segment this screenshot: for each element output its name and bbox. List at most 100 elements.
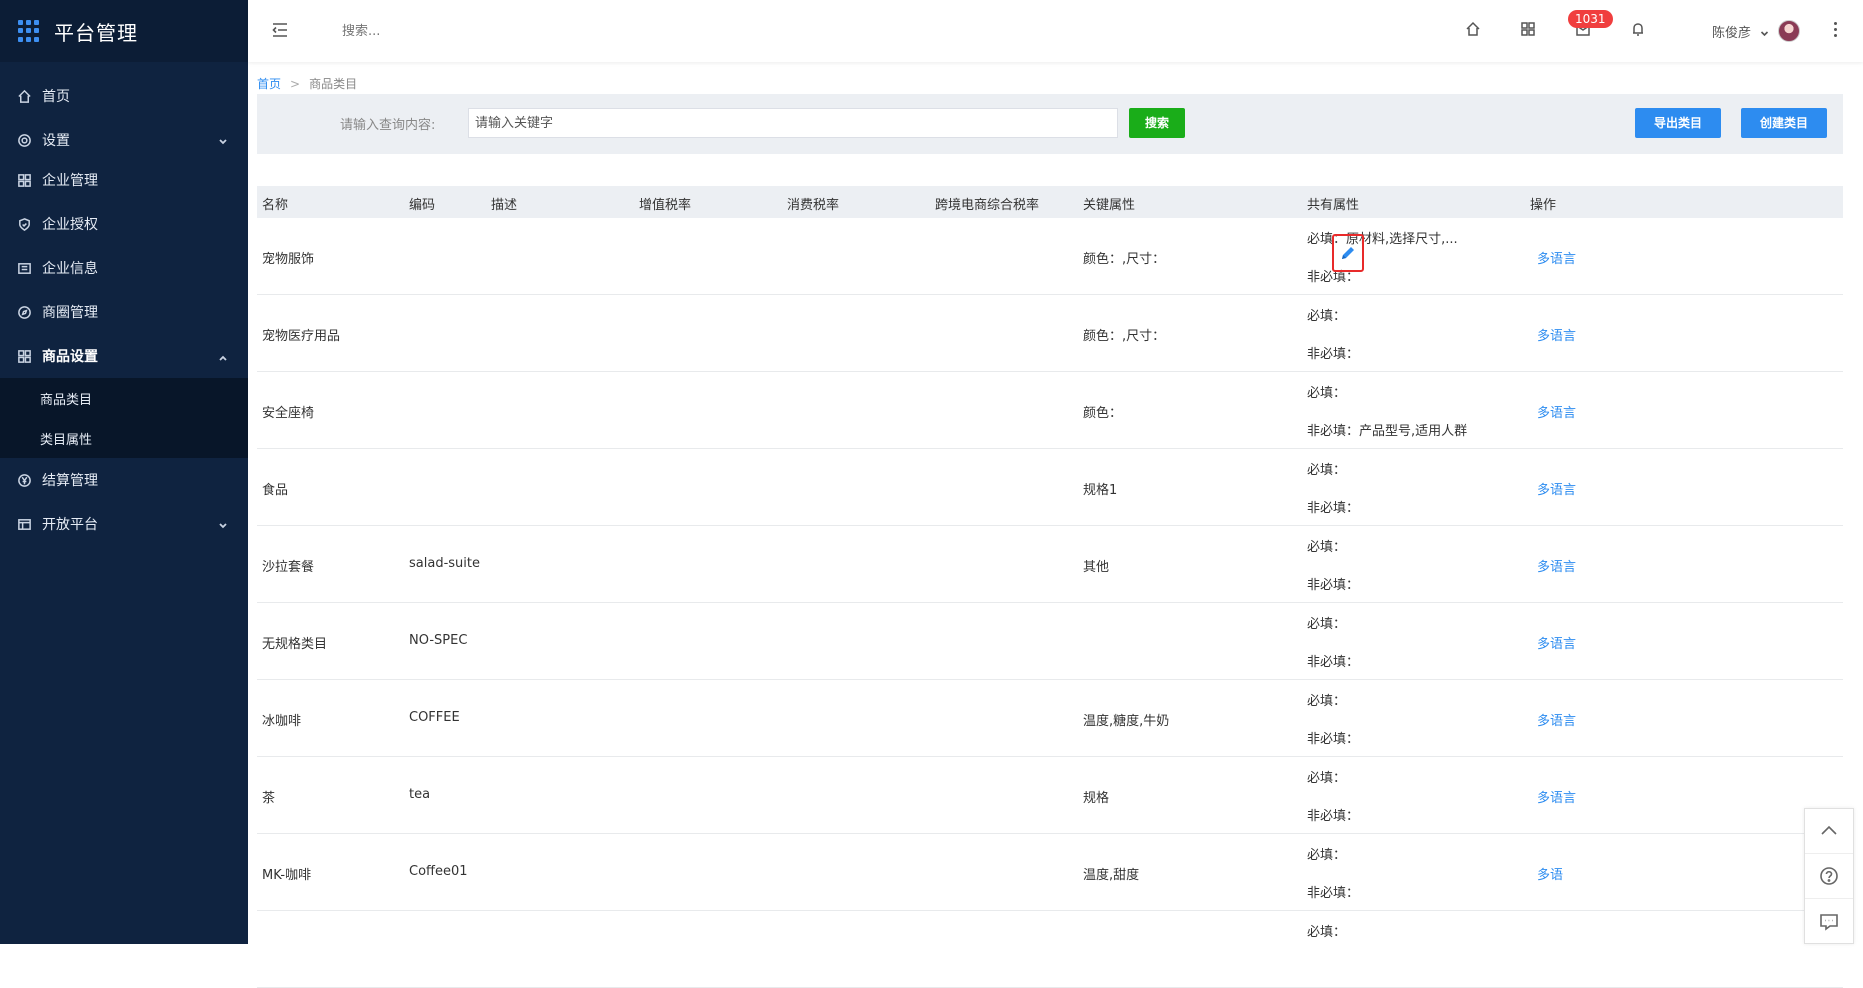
column-header: 共有属性 [1307,198,1360,213]
key-attributes: 颜色： [1083,406,1123,421]
category-code: salad-suite [409,556,480,571]
more-vertical-icon[interactable] [1834,22,1838,40]
apps-grid-icon[interactable] [18,20,40,42]
multi-language-link[interactable]: 多语言 [1537,248,1576,267]
shield-icon [16,216,32,232]
optional-attributes: 非必填： [1307,886,1360,901]
table-row: 无规格类目 NO-SPEC 必填： 非必填： 多语言 [257,603,1843,680]
multi-language-link[interactable]: 多语 [1537,864,1563,883]
required-attributes: 必填： [1307,386,1347,401]
message-count-badge: 1031 [1568,10,1613,28]
sidebar-item-info[interactable]: 企业信息 [0,246,248,290]
menu-collapse-icon[interactable] [270,20,290,40]
category-name: 宠物服饰 [262,252,315,267]
optional-attributes: 非必填： [1307,578,1360,593]
column-header: 跨境电商综合税率 [935,198,1040,213]
multi-language-link[interactable]: 多语言 [1537,402,1576,421]
sidebar-item-enterprise[interactable]: 企业管理 [0,158,248,202]
required-attributes: 必填： [1307,540,1347,555]
required-attributes: 必填： [1307,694,1347,709]
sidebar-item-label: 企业管理 [42,173,98,189]
export-category-button[interactable]: 导出类目 [1635,108,1721,138]
multi-language-link[interactable]: 多语言 [1537,787,1576,806]
table-row: MK-咖啡 Coffee01 温度,甜度 必填： 非必填： 多语 [257,834,1843,911]
sidebar-item-open-platform[interactable]: 开放平台 [0,502,248,546]
sidebar-item-authorization[interactable]: 企业授权 [0,202,248,246]
optional-attributes: 非必填：产品型号,适用人群 [1307,424,1468,439]
category-name: 无规格类目 [262,637,328,652]
chevron-down-icon[interactable] [1760,27,1769,37]
create-category-button[interactable]: 创建类目 [1741,108,1827,138]
info-card-icon [16,260,32,276]
table-row: 冰咖啡 COFFEE 温度,糖度,牛奶 必填： 非必填： 多语言 [257,680,1843,757]
multi-language-link[interactable]: 多语言 [1537,710,1576,729]
required-attributes: 必填： [1307,309,1347,324]
category-name: 安全座椅 [262,406,315,421]
category-name: 食品 [262,483,289,498]
table-row: 安全座椅 颜色： 必填： 非必填：产品型号,适用人群 多语言 [257,372,1843,449]
column-header: 增值税率 [639,198,692,213]
column-header: 名称 [262,198,289,213]
table-row: 必填： [257,911,1843,988]
chevron-down-icon [218,135,228,145]
column-header: 编码 [409,198,436,213]
multi-language-link[interactable]: 多语言 [1537,479,1576,498]
sidebar: 平台管理 首页 设置 企业管理 企业授权 企业信息 商圈管理 商品设置 商品类目… [0,0,248,944]
optional-attributes: 非必填： [1307,347,1360,362]
sidebar-item-home[interactable]: 首页 [0,74,248,118]
home-icon[interactable] [1464,20,1484,40]
sidebar-item-label: 结算管理 [42,473,98,489]
keyword-input[interactable] [468,108,1118,138]
edit-key-attributes-button[interactable] [1332,234,1364,272]
sidebar-item-settings[interactable]: 设置 [0,118,248,162]
sidebar-item-settlement[interactable]: 结算管理 [0,458,248,502]
search-button[interactable]: 搜索 [1129,108,1185,138]
category-table: 名称 编码 描述 增值税率 消费税率 跨境电商综合税率 关键属性 共有属性 操作… [257,186,1843,988]
compass-icon [16,304,32,320]
required-attributes: 必填： [1307,771,1347,786]
optional-attributes: 非必填： [1307,732,1360,747]
gear-icon [16,132,32,148]
required-attributes: 必填： [1307,925,1347,940]
table-body: 宠物服饰 颜色：,尺寸： 必填：原材料,选择尺寸,... 非必填： 多语言 宠物医疗用品颜… [257,218,1843,988]
table-icon [16,516,32,532]
org-icon [16,172,32,188]
chat-icon[interactable] [1805,899,1853,944]
user-name[interactable]: 陈俊彦 [1712,22,1751,41]
sidebar-subitem-category-attributes[interactable]: 类目属性 [0,418,248,458]
multi-language-link[interactable]: 多语言 [1537,325,1576,344]
breadcrumb-separator: > [290,77,301,91]
table-row: 宠物服饰 颜色：,尺寸： 必填：原材料,选择尺寸,... 非必填： 多语言 [257,218,1843,295]
query-label: 请输入查询内容: [340,118,436,133]
key-attributes: 颜色：,尺寸： [1083,329,1166,344]
optional-attributes: 非必填： [1307,655,1360,670]
category-code: COFFEE [409,710,460,725]
category-name: 沙拉套餐 [262,560,315,575]
grid-icon [16,348,32,364]
floating-toolbar [1804,808,1854,944]
required-attributes: 必填： [1307,848,1347,863]
multi-language-link[interactable]: 多语言 [1537,633,1576,652]
chevron-down-icon [218,519,228,529]
category-code: tea [409,787,431,802]
global-search-input[interactable] [340,20,640,42]
optional-attributes: 非必填： [1307,809,1360,824]
column-header: 描述 [491,198,518,213]
breadcrumb: 首页 > 商品类目 [257,75,357,92]
sidebar-item-business-district[interactable]: 商圈管理 [0,290,248,334]
required-attributes: 必填：原材料,选择尺寸,... [1307,232,1458,247]
grid-icon[interactable] [1519,20,1539,40]
key-attributes: 颜色：,尺寸： [1083,252,1166,267]
category-code: Coffee01 [409,864,468,879]
chevron-up-icon [218,351,228,361]
sidebar-item-product-settings[interactable]: 商品设置 [0,334,248,378]
help-icon[interactable] [1805,854,1853,899]
category-code: NO-SPEC [409,633,468,648]
back-to-top-icon[interactable] [1805,809,1853,854]
avatar[interactable] [1778,20,1800,42]
logo: 平台管理 [0,0,248,62]
bell-icon[interactable] [1629,20,1649,40]
multi-language-link[interactable]: 多语言 [1537,556,1576,575]
sidebar-subitem-product-category[interactable]: 商品类目 [0,378,248,418]
breadcrumb-home[interactable]: 首页 [257,77,281,91]
